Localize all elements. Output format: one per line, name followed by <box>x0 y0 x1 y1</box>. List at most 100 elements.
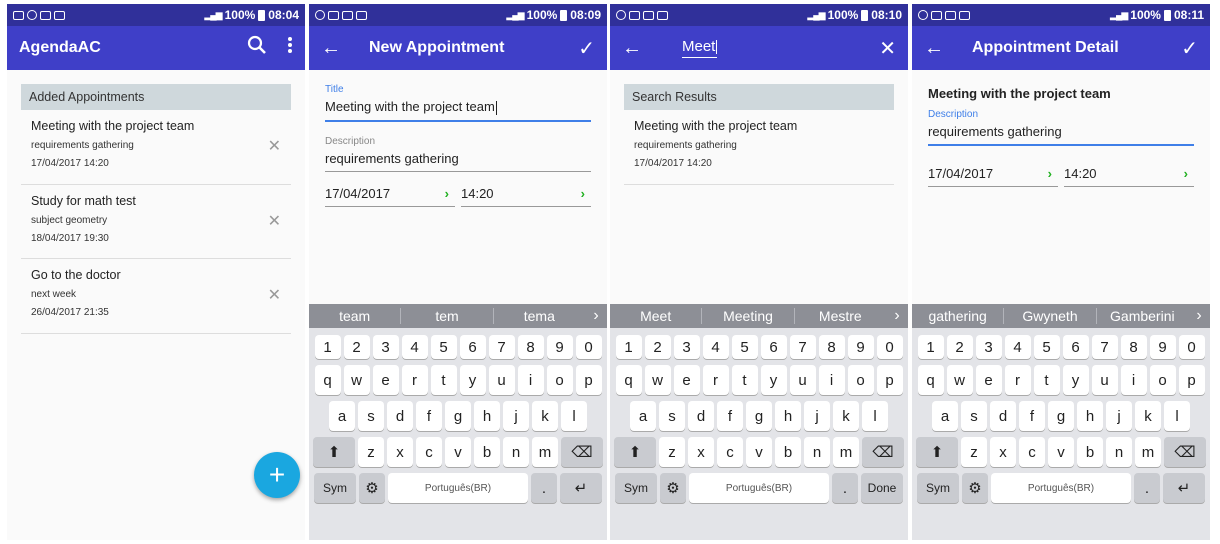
key-k[interactable]: k <box>1135 401 1161 431</box>
key-v[interactable]: v <box>746 437 772 467</box>
search-input[interactable]: Meet <box>682 38 718 58</box>
key-3[interactable]: 3 <box>673 335 700 359</box>
key-n[interactable]: n <box>503 437 529 467</box>
chevron-right-icon[interactable]: › <box>585 307 607 325</box>
key-c[interactable]: c <box>1019 437 1045 467</box>
sym-key[interactable]: Sym <box>917 473 959 503</box>
key-k[interactable]: k <box>833 401 859 431</box>
title-field[interactable]: Meeting with the project team <box>325 95 591 122</box>
backspace-key[interactable]: ⌫ <box>561 437 603 467</box>
key-8[interactable]: 8 <box>1120 335 1147 359</box>
key-h[interactable]: h <box>775 401 801 431</box>
key-g[interactable]: g <box>1048 401 1074 431</box>
key-5[interactable]: 5 <box>731 335 758 359</box>
key-f[interactable]: f <box>1019 401 1045 431</box>
key-9[interactable]: 9 <box>546 335 573 359</box>
key-w[interactable]: w <box>644 365 671 395</box>
space-key[interactable]: Português(BR) <box>991 473 1131 503</box>
key-z[interactable]: z <box>358 437 384 467</box>
key-c[interactable]: c <box>416 437 442 467</box>
sym-key[interactable]: Sym <box>615 473 657 503</box>
key-z[interactable]: z <box>659 437 685 467</box>
suggestion[interactable]: tema <box>494 308 585 324</box>
key-p[interactable]: p <box>1178 365 1205 395</box>
key-d[interactable]: d <box>387 401 413 431</box>
key-0[interactable]: 0 <box>1178 335 1205 359</box>
done-key[interactable]: Done <box>861 473 903 503</box>
suggestion[interactable]: Gamberini <box>1097 308 1188 324</box>
key-v[interactable]: v <box>445 437 471 467</box>
key-n[interactable]: n <box>804 437 830 467</box>
back-arrow-icon[interactable]: ← <box>924 37 954 60</box>
key-n[interactable]: n <box>1106 437 1132 467</box>
key-7[interactable]: 7 <box>488 335 515 359</box>
key-j[interactable]: j <box>1106 401 1132 431</box>
close-icon[interactable]: ✕ <box>879 36 896 61</box>
key-z[interactable]: z <box>961 437 987 467</box>
key-7[interactable]: 7 <box>1091 335 1118 359</box>
key-d[interactable]: d <box>688 401 714 431</box>
key-i[interactable]: i <box>517 365 544 395</box>
overflow-menu-icon[interactable] <box>287 36 293 60</box>
key-g[interactable]: g <box>445 401 471 431</box>
settings-gear-icon[interactable]: ⚙ <box>660 473 686 503</box>
key-3[interactable]: 3 <box>975 335 1002 359</box>
key-w[interactable]: w <box>343 365 370 395</box>
key-m[interactable]: m <box>1135 437 1161 467</box>
key-v[interactable]: v <box>1048 437 1074 467</box>
chevron-right-icon[interactable]: › <box>1188 307 1210 325</box>
key-6[interactable]: 6 <box>760 335 787 359</box>
key-0[interactable]: 0 <box>575 335 602 359</box>
key-8[interactable]: 8 <box>818 335 845 359</box>
key-x[interactable]: x <box>387 437 413 467</box>
time-picker[interactable]: 14:20 › <box>461 182 591 207</box>
key-1[interactable]: 1 <box>314 335 341 359</box>
backspace-key[interactable]: ⌫ <box>1164 437 1206 467</box>
key-5[interactable]: 5 <box>1033 335 1060 359</box>
key-4[interactable]: 4 <box>1004 335 1031 359</box>
key-a[interactable]: a <box>630 401 656 431</box>
key-m[interactable]: m <box>833 437 859 467</box>
key-l[interactable]: l <box>1164 401 1190 431</box>
key-o[interactable]: o <box>546 365 573 395</box>
settings-gear-icon[interactable]: ⚙ <box>962 473 988 503</box>
key-3[interactable]: 3 <box>372 335 399 359</box>
description-field[interactable]: requirements gathering <box>325 147 591 172</box>
suggestion[interactable]: Mestre <box>795 308 886 324</box>
key-j[interactable]: j <box>804 401 830 431</box>
key-j[interactable]: j <box>503 401 529 431</box>
space-key[interactable]: Português(BR) <box>388 473 528 503</box>
key-1[interactable]: 1 <box>615 335 642 359</box>
key-x[interactable]: x <box>688 437 714 467</box>
key-u[interactable]: u <box>789 365 816 395</box>
key-y[interactable]: y <box>760 365 787 395</box>
settings-gear-icon[interactable]: ⚙ <box>359 473 385 503</box>
suggestion[interactable]: gathering <box>912 308 1005 324</box>
list-item[interactable]: Meeting with the project team requiremen… <box>21 110 291 185</box>
key-b[interactable]: b <box>775 437 801 467</box>
space-key[interactable]: Português(BR) <box>689 473 829 503</box>
key-d[interactable]: d <box>990 401 1016 431</box>
key-p[interactable]: p <box>876 365 903 395</box>
key-4[interactable]: 4 <box>401 335 428 359</box>
back-arrow-icon[interactable]: ← <box>622 37 652 60</box>
key-e[interactable]: e <box>975 365 1002 395</box>
key-q[interactable]: q <box>917 365 944 395</box>
key-r[interactable]: r <box>401 365 428 395</box>
key-q[interactable]: q <box>615 365 642 395</box>
delete-icon[interactable]: ✕ <box>268 285 281 305</box>
key-2[interactable]: 2 <box>644 335 671 359</box>
backspace-key[interactable]: ⌫ <box>862 437 904 467</box>
description-field[interactable]: requirements gathering <box>928 120 1194 146</box>
sym-key[interactable]: Sym <box>314 473 356 503</box>
key-m[interactable]: m <box>532 437 558 467</box>
key-r[interactable]: r <box>702 365 729 395</box>
suggestion[interactable]: Gwyneth <box>1004 308 1097 324</box>
key-h[interactable]: h <box>1077 401 1103 431</box>
shift-key[interactable]: ⬆ <box>614 437 656 467</box>
delete-icon[interactable]: ✕ <box>268 211 281 231</box>
key-g[interactable]: g <box>746 401 772 431</box>
key-4[interactable]: 4 <box>702 335 729 359</box>
key-t[interactable]: t <box>430 365 457 395</box>
key-b[interactable]: b <box>1077 437 1103 467</box>
